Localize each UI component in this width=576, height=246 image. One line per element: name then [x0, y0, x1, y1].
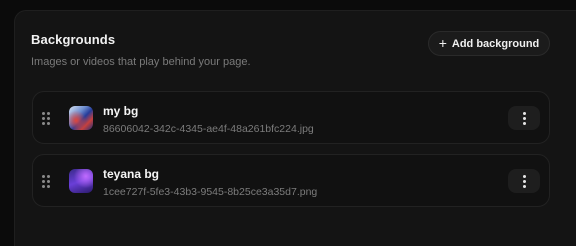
backgrounds-panel: Backgrounds Images or videos that play b… — [14, 10, 576, 246]
more-vertical-icon — [522, 174, 526, 188]
more-options-button[interactable] — [508, 106, 540, 130]
background-filename: 86606042-342c-4345-ae4f-48a261bfc224.jpg — [103, 123, 314, 135]
background-item[interactable]: my bg 86606042-342c-4345-ae4f-48a261bfc2… — [32, 91, 550, 144]
drag-handle-icon[interactable] — [42, 175, 50, 188]
more-options-button[interactable] — [508, 169, 540, 193]
background-name: my bg — [103, 104, 139, 118]
background-thumbnail — [69, 106, 93, 130]
plus-icon: + — [438, 35, 447, 51]
drag-handle-icon[interactable] — [42, 112, 50, 125]
section-subtitle: Images or videos that play behind your p… — [31, 56, 251, 68]
add-background-label: Add background — [451, 37, 540, 50]
background-item[interactable]: teyana bg 1cee727f-5fe3-43b3-9545-8b25ce… — [32, 154, 550, 207]
section-title: Backgrounds — [31, 32, 116, 47]
background-name: teyana bg — [103, 167, 160, 181]
background-thumbnail — [69, 169, 93, 193]
more-vertical-icon — [522, 111, 526, 125]
background-filename: 1cee727f-5fe3-43b3-9545-8b25ce3a35d7.png — [103, 186, 318, 198]
add-background-button[interactable]: + Add background — [428, 31, 550, 56]
